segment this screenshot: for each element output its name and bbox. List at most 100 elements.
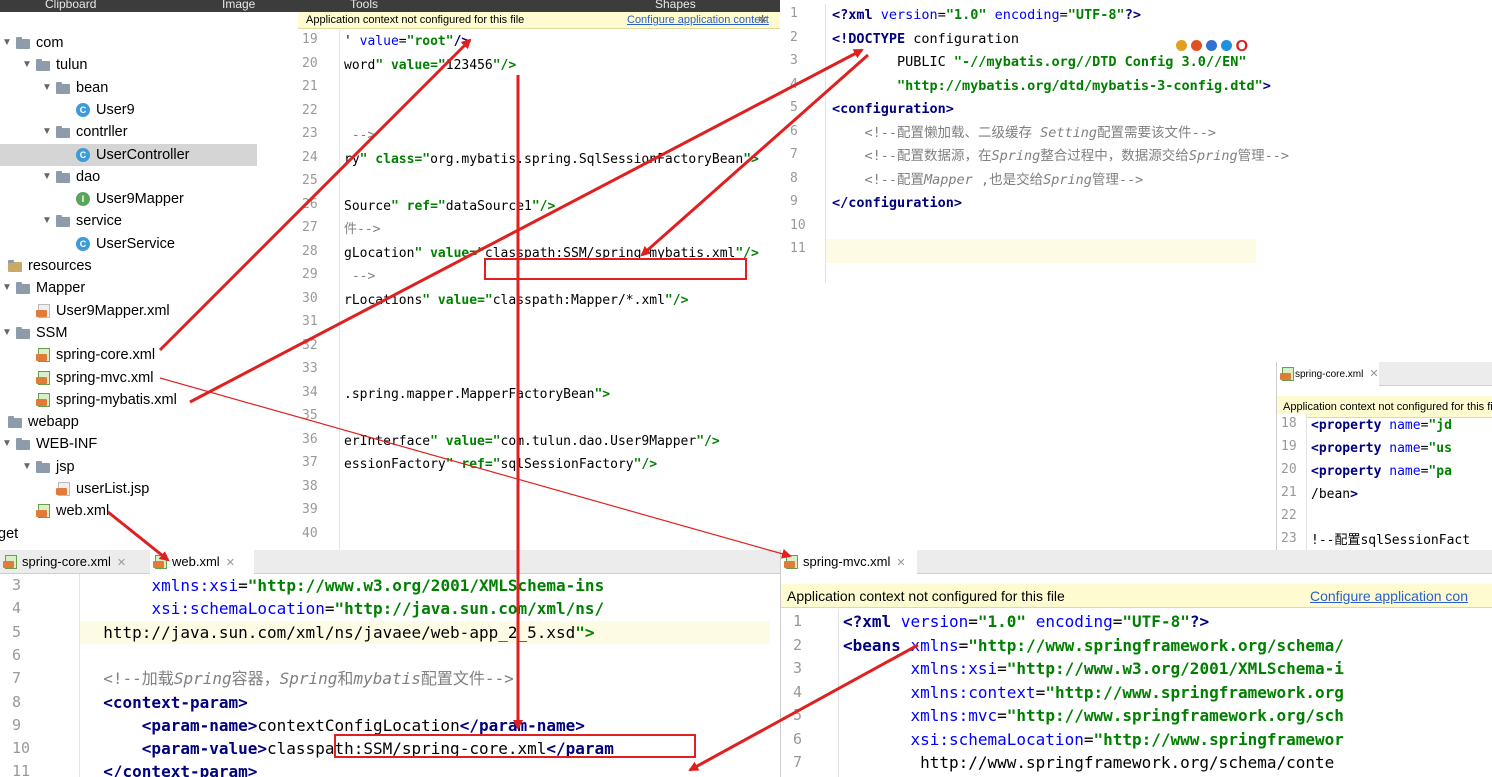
close-icon[interactable]: ✕ — [1369, 368, 1378, 380]
code-line[interactable]: xmlns:xsi="http://www.w3.org/2001/XMLSch… — [84, 574, 604, 597]
firefox-icon[interactable] — [1190, 40, 1202, 51]
spring-core-editor[interactable]: Application context not configured for t… — [298, 12, 780, 550]
tree-item[interactable]: User9Mapper.xml — [0, 300, 298, 322]
expand-arrow-icon[interactable]: ▼ — [2, 32, 12, 54]
code-line[interactable]: <!--加载Spring容器，Spring和mybatis配置文件--> — [84, 667, 514, 690]
opera-icon[interactable]: O — [1236, 39, 1248, 55]
expand-arrow-icon[interactable]: ▼ — [42, 166, 52, 188]
tree-item[interactable]: ▼ bean — [0, 77, 298, 99]
code-line[interactable]: .spring.mapper.MapperFactoryBean"> — [344, 383, 610, 407]
chrome-icon[interactable] — [1176, 40, 1187, 51]
code-line[interactable]: <property name="pa — [1311, 460, 1452, 483]
tree-item[interactable]: get — [0, 523, 298, 545]
expand-arrow-icon[interactable]: ▼ — [22, 456, 32, 478]
configure-context-link[interactable]: Configure application context — [627, 12, 769, 28]
tree-item[interactable]: spring-mvc.xml — [0, 367, 298, 389]
code-line[interactable]: </context-param> — [84, 760, 257, 777]
code-line[interactable]: http://www.springframework.org/schema/co… — [843, 751, 1334, 775]
tree-item[interactable]: ▼ dao — [0, 166, 298, 188]
code-line[interactable]: Source" ref="dataSource1"/> — [344, 195, 555, 219]
code-line[interactable]: <?xml version="1.0" encoding="UTF-8"?> — [843, 610, 1209, 634]
configure-context-link[interactable]: Configure application con — [1310, 584, 1468, 607]
tree-item[interactable]: userList.jsp — [0, 478, 298, 500]
expand-arrow-icon[interactable]: ▼ — [22, 54, 32, 76]
browser-icons: O — [1176, 38, 1248, 55]
code-line[interactable]: <beans xmlns="http://www.springframework… — [843, 634, 1344, 658]
line-number: 3 — [793, 659, 803, 677]
tree-item[interactable]: web.xml — [0, 500, 298, 522]
tree-item[interactable]: ▼ jsp — [0, 456, 298, 478]
code-line[interactable]: --> — [344, 124, 376, 148]
spring-core-mini-editor[interactable]: spring-core.xml ✕ Application context not… — [1276, 362, 1492, 550]
code-line[interactable]: <!--配置懒加载、二级缓存 Setting配置需要该文件--> — [832, 122, 1216, 146]
code-line[interactable]: ' value="root"/> — [344, 30, 469, 54]
code-line[interactable]: erInterface" value="com.tulun.dao.User9M… — [344, 430, 720, 454]
tab-web-xml[interactable]: web.xml ✕ — [150, 550, 254, 574]
toolbar-clipboard[interactable]: Clipboard — [45, 0, 96, 11]
close-icon[interactable]: ✕ — [226, 557, 235, 569]
tree-item[interactable]: spring-core.xml — [0, 344, 298, 366]
toolbar-tools[interactable]: Tools — [350, 0, 378, 11]
expand-arrow-icon[interactable]: ▼ — [2, 433, 12, 455]
expand-arrow-icon[interactable]: ▼ — [42, 121, 52, 143]
tree-item[interactable]: spring-mybatis.xml — [0, 389, 298, 411]
toolbar-shapes[interactable]: Shapes — [655, 0, 696, 11]
code-line[interactable]: <property name="us — [1311, 437, 1452, 460]
tree-item[interactable]: ▼ service — [0, 210, 298, 232]
code-line[interactable]: word" value="123456"/> — [344, 54, 516, 78]
spring-mvc-editor[interactable]: spring-mvc.xml ✕ Application context not … — [780, 550, 1492, 777]
code-line[interactable]: <!--配置数据源，在Spring整合过程中，数据源交给Spring管理--> — [832, 145, 1289, 169]
code-line[interactable]: <context-param> — [84, 691, 248, 714]
tree-item[interactable]: ▼ tulun — [0, 54, 298, 76]
expand-arrow-icon[interactable]: ▼ — [2, 322, 12, 344]
code-line[interactable]: xmlns:mvc="http://www.springframework.or… — [843, 704, 1344, 728]
code-line[interactable]: http://java.sun.com/xml/ns/javaee/web-ap… — [84, 621, 594, 644]
tree-item[interactable]: resources — [0, 255, 298, 277]
tab-spring-core[interactable]: spring-core.xml ✕ — [0, 550, 146, 574]
tab-spring-core-mini[interactable]: spring-core.xml ✕ — [1277, 362, 1379, 386]
code-line[interactable]: --> — [344, 265, 376, 289]
line-number: 26 — [302, 196, 318, 212]
expand-arrow-icon[interactable]: ▼ — [2, 277, 12, 299]
code-line[interactable]: ry" class="org.mybatis.spring.SqlSession… — [344, 148, 759, 172]
tree-item-label: web.xml — [56, 503, 110, 520]
code-line[interactable]: <!DOCTYPE configuration — [832, 28, 1019, 52]
code-line[interactable]: rLocations" value="classpath:Mapper/*.xm… — [344, 289, 688, 313]
code-line[interactable]: "http://mybatis.org/dtd/mybatis-3-config… — [832, 75, 1271, 99]
code-line[interactable]: 件--> — [344, 218, 380, 242]
code-line[interactable]: xsi:schemaLocation="http://www.springfra… — [843, 728, 1343, 752]
close-icon[interactable]: ✕ — [896, 557, 905, 569]
tree-item[interactable]: C UserService — [0, 233, 298, 255]
code-line[interactable]: <property name="jd — [1311, 414, 1452, 437]
code-line[interactable]: </configuration> — [832, 192, 962, 216]
tree-item[interactable]: webapp — [0, 411, 298, 433]
tree-item[interactable]: ▼ WEB-INF — [0, 433, 298, 455]
close-icon[interactable]: ✕ — [117, 557, 126, 569]
line-number: 10 — [12, 739, 31, 758]
expand-arrow-icon[interactable]: ▼ — [42, 210, 52, 232]
expand-arrow-icon[interactable]: ▼ — [42, 77, 52, 99]
code-line[interactable]: xmlns:xsi="http://www.w3.org/2001/XMLSch… — [843, 657, 1344, 681]
tree-item[interactable]: ▼ Mapper — [0, 277, 298, 299]
code-line[interactable]: !--配置sqlSessionFact — [1311, 529, 1470, 550]
tree-item[interactable]: ▼ com — [0, 32, 298, 54]
tree-item[interactable]: ▼ SSM — [0, 322, 298, 344]
code-line[interactable]: <configuration> — [832, 98, 954, 122]
code-line[interactable]: essionFactory" ref="sqlSessionFactory"/> — [344, 453, 657, 477]
code-line[interactable]: xsi:schemaLocation="http://java.sun.com/… — [84, 597, 604, 620]
tree-item[interactable]: ▼ contrller — [0, 121, 298, 143]
tree-item[interactable]: C UserController — [0, 143, 257, 166]
ie-icon[interactable] — [1220, 40, 1232, 51]
code-line[interactable]: /bean> — [1311, 483, 1358, 506]
tab-spring-mvc[interactable]: spring-mvc.xml ✕ — [781, 550, 917, 574]
code-line[interactable]: <!--配置Mapper ,也是交给Spring管理--> — [832, 169, 1144, 193]
tree-item[interactable]: I User9Mapper — [0, 188, 298, 210]
code-line[interactable]: PUBLIC "-//mybatis.org//DTD Config 3.0//… — [832, 51, 1247, 75]
safari-icon[interactable] — [1205, 40, 1217, 51]
code-line[interactable]: xmlns:context="http://www.springframewor… — [843, 681, 1344, 705]
tree-item[interactable]: C User9 — [0, 99, 298, 121]
code-line[interactable]: <?xml version="1.0" encoding="UTF-8"?> — [832, 4, 1141, 28]
toolbar-image[interactable]: Image — [222, 0, 255, 11]
settings-icon[interactable]: ✲ — [758, 12, 767, 28]
line-number: 37 — [302, 455, 318, 470]
